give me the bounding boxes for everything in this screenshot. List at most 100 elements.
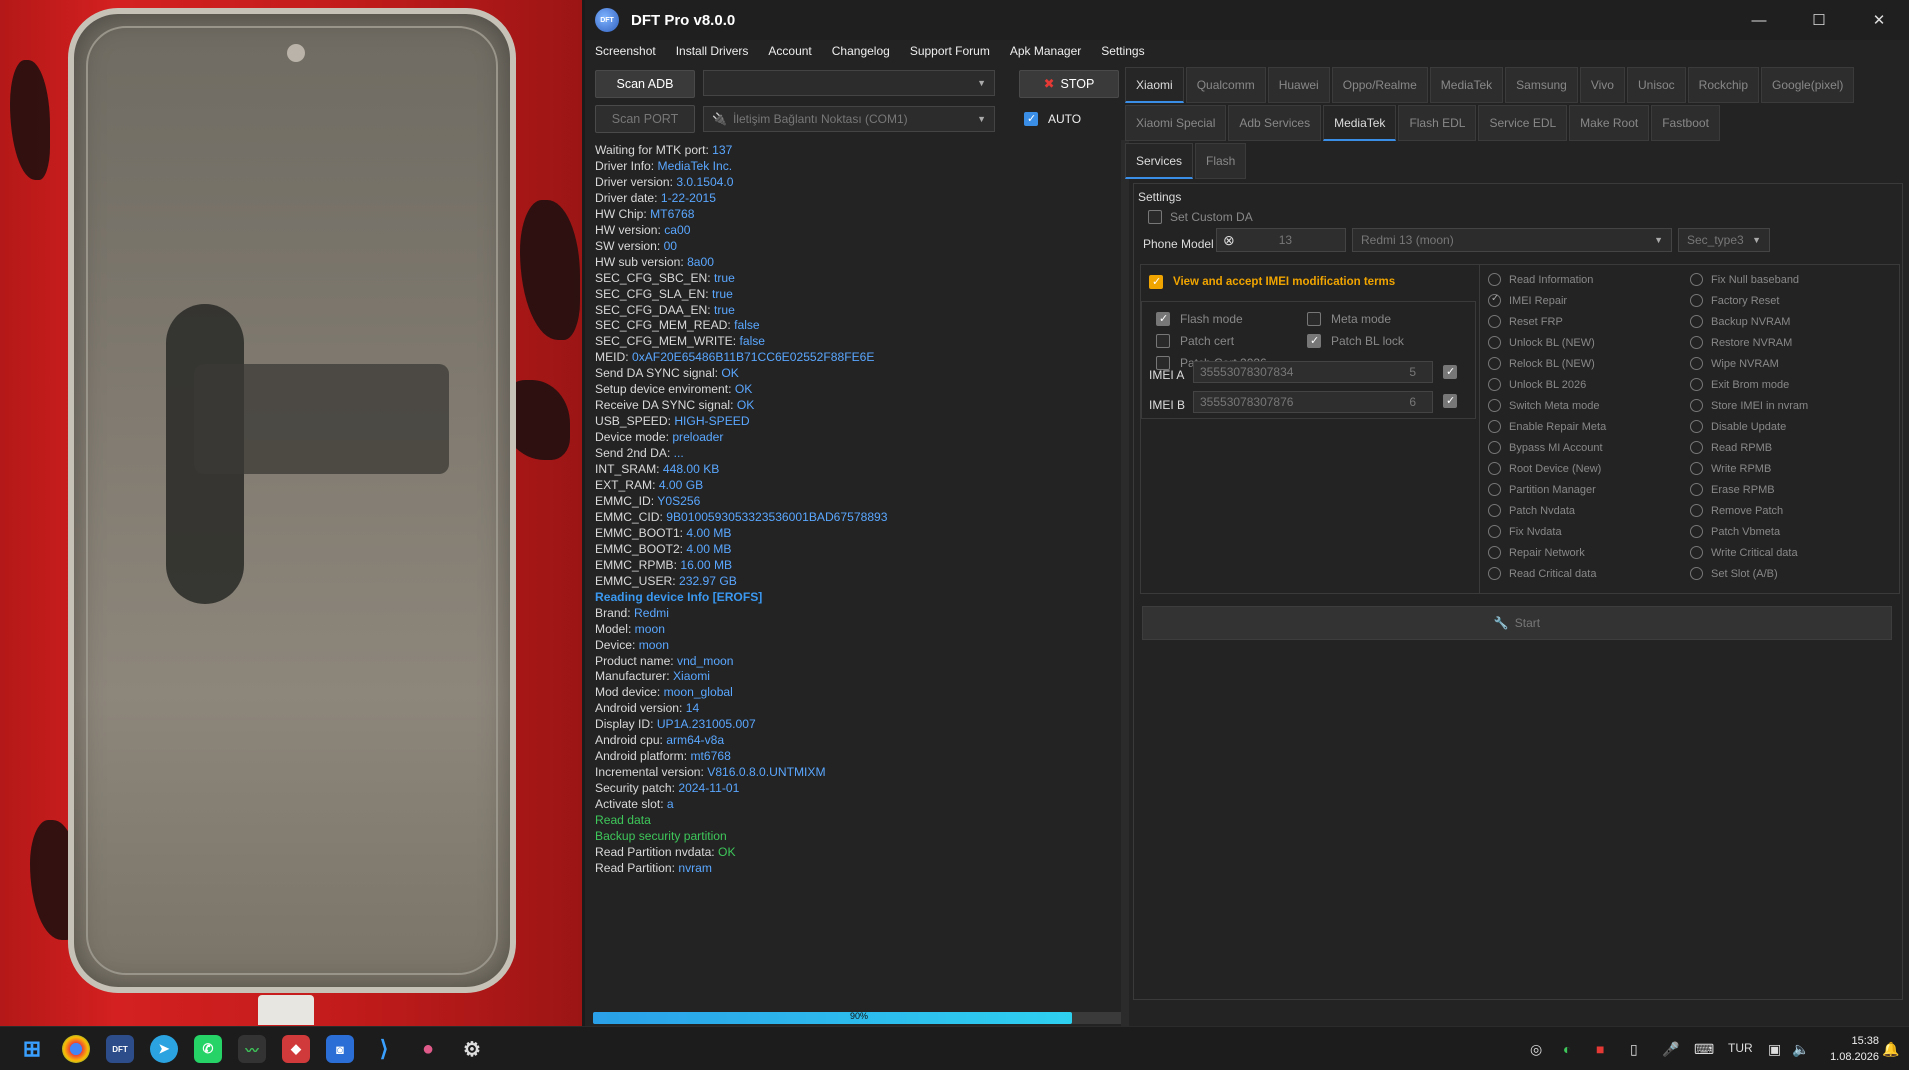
terms-option[interactable]: View and accept IMEI modification terms (1149, 275, 1395, 289)
op-write-critical-data[interactable]: Write Critical data (1690, 546, 1798, 559)
radio-icon[interactable] (1488, 315, 1501, 328)
op-unlock-bl-2026[interactable]: Unlock BL 2026 (1488, 378, 1586, 391)
op-wipe-nvram[interactable]: Wipe NVRAM (1690, 357, 1779, 370)
tab-samsung[interactable]: Samsung (1505, 67, 1578, 103)
op-backup-nvram[interactable]: Backup NVRAM (1690, 315, 1790, 328)
radio-icon[interactable] (1488, 483, 1501, 496)
tab-google-pixel-[interactable]: Google(pixel) (1761, 67, 1855, 103)
subtab-make-root[interactable]: Make Root (1569, 105, 1650, 141)
clear-icon[interactable]: ⊗ (1223, 232, 1235, 249)
op-erase-rpmb[interactable]: Erase RPMB (1690, 483, 1775, 496)
radio-icon[interactable] (1488, 567, 1501, 580)
auto-toggle[interactable]: AUTO (1024, 112, 1081, 126)
radio-icon[interactable] (1690, 483, 1703, 496)
op-read-information[interactable]: Read Information (1488, 273, 1593, 286)
auto-checkbox[interactable] (1024, 112, 1038, 126)
whatsapp-icon[interactable]: ✆ (194, 1035, 222, 1063)
tab-rockchip[interactable]: Rockchip (1687, 67, 1760, 103)
op-reset-frp[interactable]: Reset FRP (1488, 315, 1563, 328)
op-exit-brom-mode[interactable]: Exit Brom mode (1690, 378, 1789, 391)
op-disable-update[interactable]: Disable Update (1690, 420, 1786, 433)
op-patch-vbmeta[interactable]: Patch Vbmeta (1690, 525, 1780, 538)
settings-gear-icon[interactable]: ⚙ (458, 1035, 486, 1063)
meta-mode-option[interactable]: Meta mode (1307, 312, 1391, 326)
op-relock-bl-new[interactable]: Relock BL (NEW) (1488, 357, 1595, 370)
tab-oppo-realme[interactable]: Oppo/Realme (1331, 67, 1428, 103)
op-restore-nvram[interactable]: Restore NVRAM (1690, 336, 1792, 349)
port-select[interactable]: 🔌 İletişim Bağlantı Noktası (COM1) ▼ (703, 106, 995, 132)
custom-da-checkbox[interactable] (1148, 210, 1162, 224)
imei-b-input[interactable]: 35553078307876 6 (1193, 391, 1433, 413)
language-indicator[interactable]: TUR (1728, 1041, 1753, 1055)
menu-account[interactable]: Account (768, 44, 811, 58)
radio-icon[interactable] (1690, 336, 1703, 349)
radio-icon[interactable] (1488, 441, 1501, 454)
radio-icon[interactable] (1690, 525, 1703, 538)
network-icon[interactable]: ▣ (1768, 1041, 1781, 1058)
subtab-adb-services[interactable]: Adb Services (1228, 105, 1322, 141)
op-switch-meta-mode[interactable]: Switch Meta mode (1488, 399, 1599, 412)
radio-icon[interactable] (1690, 462, 1703, 475)
op-partition-manager[interactable]: Partition Manager (1488, 483, 1596, 496)
radio-icon[interactable] (1488, 546, 1501, 559)
imei-a-input[interactable]: 35553078307834 5 (1193, 361, 1433, 383)
radio-icon[interactable] (1488, 357, 1501, 370)
imei-b-checkbox[interactable] (1443, 394, 1457, 408)
imei-a-checkbox[interactable] (1443, 365, 1457, 379)
subtab-fastboot[interactable]: Fastboot (1651, 105, 1720, 141)
op-enable-repair-meta[interactable]: Enable Repair Meta (1488, 420, 1606, 433)
scan-adb-button[interactable]: Scan ADB (595, 70, 695, 98)
menu-settings[interactable]: Settings (1101, 44, 1144, 58)
patch-cert-checkbox[interactable] (1156, 334, 1170, 348)
scan-port-button[interactable]: Scan PORT (595, 105, 695, 133)
volume-icon[interactable]: 🔈 (1792, 1041, 1809, 1058)
op-set-slot-a-b[interactable]: Set Slot (A/B) (1690, 567, 1778, 580)
radio-icon[interactable] (1690, 567, 1703, 580)
tab-qualcomm[interactable]: Qualcomm (1185, 67, 1266, 103)
sec-type-select[interactable]: Sec_type3 ▼ (1678, 228, 1770, 252)
tab-xiaomi[interactable]: Xiaomi (1125, 67, 1184, 103)
start-button[interactable]: 🔧 Start (1142, 606, 1892, 640)
microphone-icon[interactable]: 🎤 (1662, 1041, 1679, 1058)
radio-icon[interactable] (1488, 399, 1501, 412)
stop-button[interactable]: ✖ STOP (1019, 70, 1119, 98)
op-unlock-bl-new[interactable]: Unlock BL (NEW) (1488, 336, 1595, 349)
menu-install-drivers[interactable]: Install Drivers (676, 44, 749, 58)
close-button[interactable]: ✕ (1849, 0, 1909, 40)
radio-icon[interactable] (1488, 420, 1501, 433)
tab-unisoc[interactable]: Unisoc (1626, 67, 1686, 103)
tab-mediatek[interactable]: MediaTek (1429, 67, 1504, 103)
op-fix-null-baseband[interactable]: Fix Null baseband (1690, 273, 1799, 286)
radio-icon[interactable] (1690, 420, 1703, 433)
app-icon[interactable]: ◙ (326, 1035, 354, 1063)
tray-icon[interactable]: ■ (1596, 1041, 1604, 1057)
op-read-critical-data[interactable]: Read Critical data (1488, 567, 1596, 580)
monitor-icon[interactable]: 〰 (238, 1035, 266, 1063)
op-patch-nvdata[interactable]: Patch Nvdata (1488, 504, 1575, 517)
op-store-imei-in-nvram[interactable]: Store IMEI in nvram (1690, 399, 1808, 412)
radio-icon[interactable] (1488, 378, 1501, 391)
menu-changelog[interactable]: Changelog (832, 44, 890, 58)
patch-bl-lock-checkbox[interactable] (1307, 334, 1321, 348)
radio-icon[interactable] (1690, 504, 1703, 517)
dft-pro-taskbar-icon[interactable]: DFT (106, 1035, 134, 1063)
telegram-icon[interactable]: ➤ (150, 1035, 178, 1063)
radio-icon[interactable] (1488, 336, 1501, 349)
radio-icon[interactable] (1690, 294, 1703, 307)
op-bypass-mi-account[interactable]: Bypass MI Account (1488, 441, 1603, 454)
tray-icon[interactable]: ◐ (1563, 1041, 1571, 1057)
op-read-rpmb[interactable]: Read RPMB (1690, 441, 1772, 454)
innertab-services[interactable]: Services (1125, 143, 1194, 179)
minimize-button[interactable]: — (1729, 0, 1789, 40)
innertab-flash[interactable]: Flash (1195, 143, 1247, 179)
model-search-input[interactable]: ⊗ 13 (1216, 228, 1346, 252)
vscode-icon[interactable]: ⟩ (370, 1035, 398, 1063)
notification-icon[interactable]: 🔔 (1882, 1041, 1899, 1058)
clock[interactable]: 15:38 1.08.2026 (1830, 1033, 1879, 1065)
subtab-xiaomi-special[interactable]: Xiaomi Special (1125, 105, 1227, 141)
radio-icon[interactable] (1690, 357, 1703, 370)
keyboard-icon[interactable]: ⌨ (1694, 1041, 1714, 1058)
op-fix-nvdata[interactable]: Fix Nvdata (1488, 525, 1562, 538)
radio-icon[interactable] (1488, 525, 1501, 538)
flash-mode-option[interactable]: Flash mode (1156, 312, 1243, 326)
